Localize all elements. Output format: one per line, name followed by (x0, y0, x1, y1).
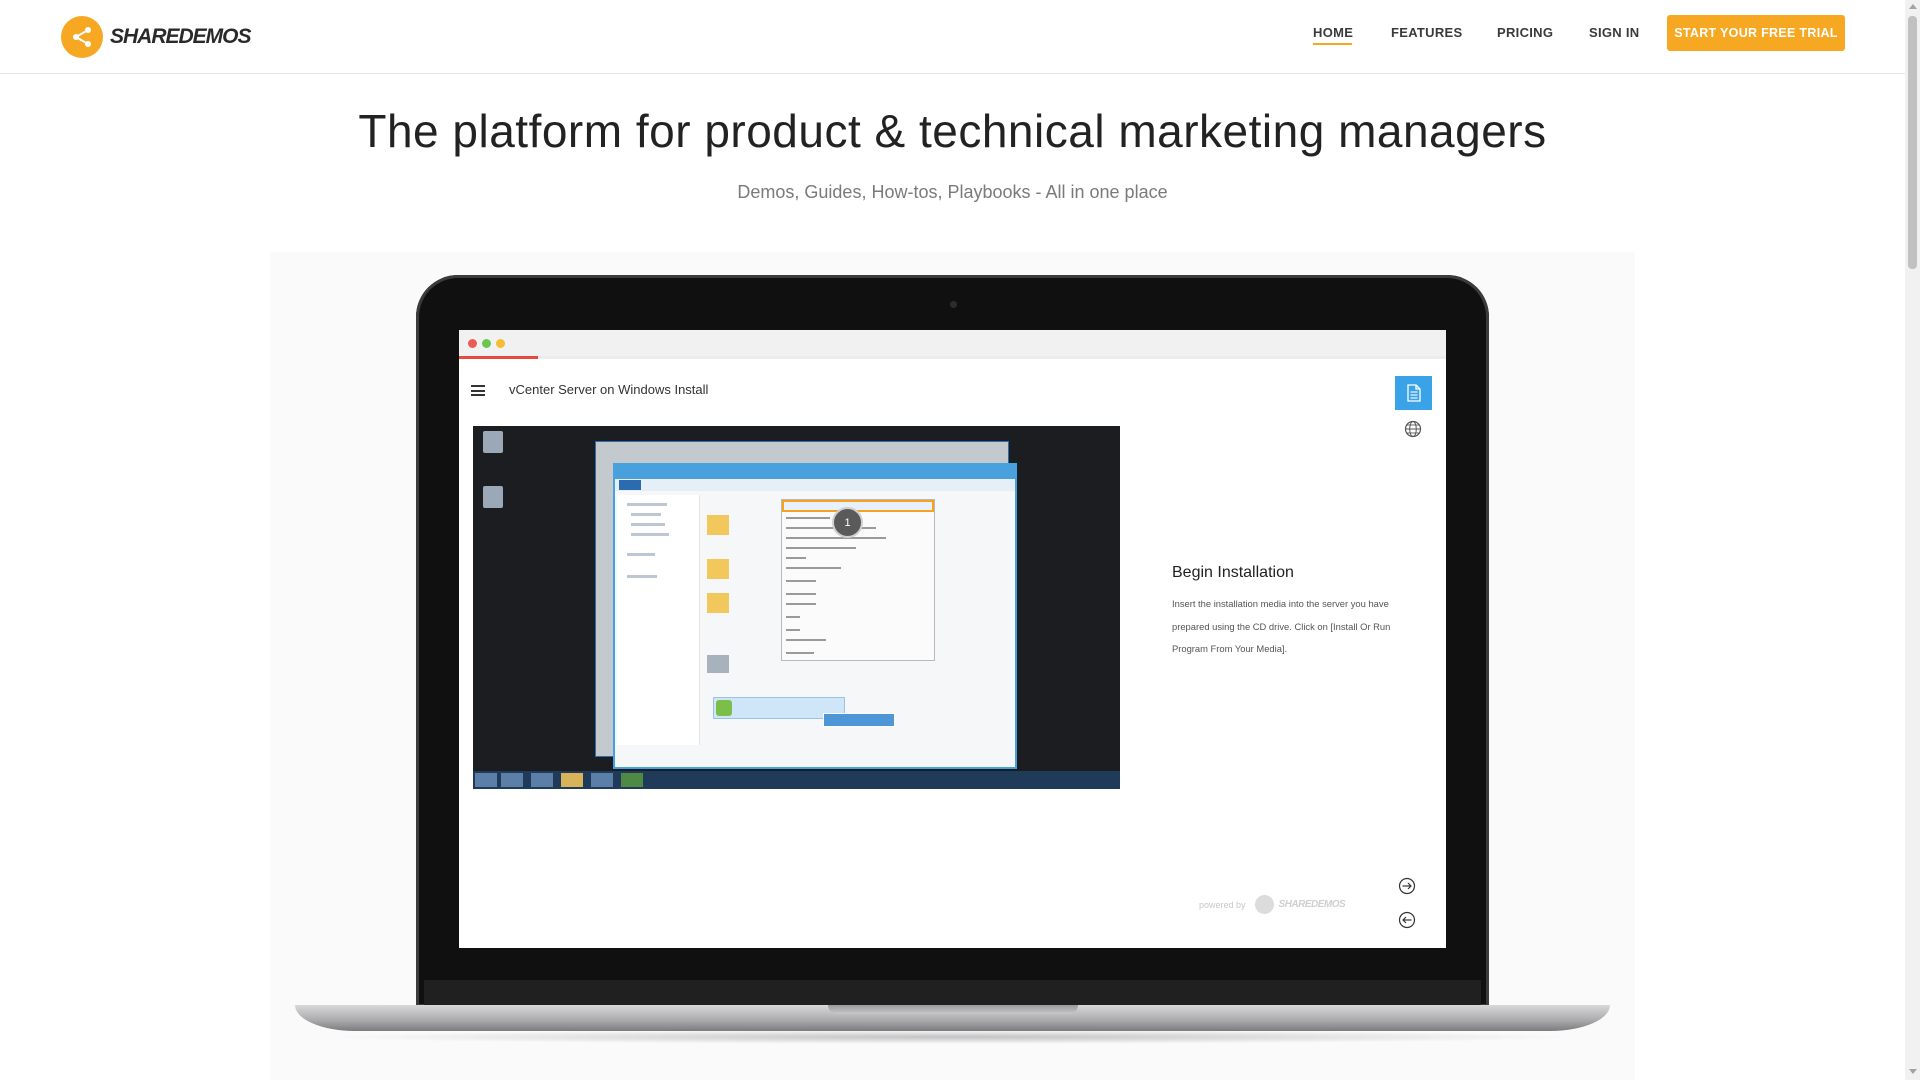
laptop-camera (950, 301, 957, 308)
sharedemos-logo[interactable]: SHAREDEMOS (61, 16, 252, 58)
hamburger-icon[interactable] (471, 385, 485, 396)
recycle-bin-icon (483, 431, 503, 453)
scroll-down-icon[interactable] (1909, 1069, 1917, 1074)
powered-by-badge[interactable]: powered by SHAREDEMOS (1199, 895, 1346, 914)
window-close-dot (468, 339, 477, 348)
start-free-trial-button[interactable]: START YOUR FREE TRIAL (1667, 15, 1845, 51)
scroll-up-icon[interactable] (1909, 4, 1917, 9)
arrow-right-circle-icon (1398, 877, 1416, 895)
share-icon (1254, 895, 1274, 914)
active-nav-indicator (1313, 43, 1352, 45)
desktop-shortcut-icon (483, 486, 503, 508)
arrow-left-circle-icon (1398, 911, 1416, 929)
laptop-bezel-bottom (424, 980, 1481, 1005)
scrollbar-thumb[interactable] (1908, 16, 1917, 269)
document-icon (1406, 384, 1421, 402)
share-icon (61, 16, 103, 58)
previous-step-button[interactable] (1398, 911, 1416, 929)
demo-progress-bar (459, 356, 538, 359)
powered-by-label: powered by (1199, 899, 1246, 910)
demo-progress-track (459, 356, 1446, 359)
document-button[interactable] (1395, 376, 1432, 410)
nav-sign-in-link[interactable]: SIGN IN (1589, 25, 1640, 40)
window-maximize-dot (482, 339, 491, 348)
step-description: Insert the installation media into the s… (1172, 598, 1391, 654)
nav-features-link[interactable]: FEATURES (1391, 25, 1463, 40)
hero-subtitle: Demos, Guides, How-tos, Playbooks - All … (737, 182, 1168, 202)
window-minimize-dot (496, 339, 505, 348)
nav-home-link[interactable]: HOME (1313, 25, 1353, 40)
explorer-nav-pane (617, 495, 700, 745)
demo-title: vCenter Server on Windows Install (509, 382, 709, 397)
step-number-badge: 1 (832, 507, 863, 538)
laptop-shadow (320, 1030, 1585, 1044)
globe-icon (1404, 420, 1422, 438)
powered-by-brand: SHAREDEMOS (1278, 899, 1346, 910)
file-explorer-window (613, 463, 1017, 769)
nav-pricing-link[interactable]: PRICING (1497, 25, 1553, 40)
language-button[interactable] (1404, 420, 1422, 438)
windows-taskbar (473, 771, 1120, 789)
page-scrollbar[interactable] (1905, 0, 1920, 1080)
top-navigation: SHAREDEMOS HOME FEATURES PRICING SIGN IN… (0, 0, 1905, 74)
browser-chrome (459, 330, 1446, 357)
step-title: Begin Installation (1172, 564, 1294, 581)
next-step-button[interactable] (1398, 877, 1416, 895)
demo-player-screen: vCenter Server on Windows Install 1 Begi… (459, 330, 1446, 948)
brand-name: SHAREDEMOS (110, 25, 252, 48)
hero-title: The platform for product & technical mar… (358, 105, 1547, 157)
laptop-hinge (828, 1005, 1078, 1014)
demo-step-screenshot[interactable]: 1 (473, 426, 1120, 789)
